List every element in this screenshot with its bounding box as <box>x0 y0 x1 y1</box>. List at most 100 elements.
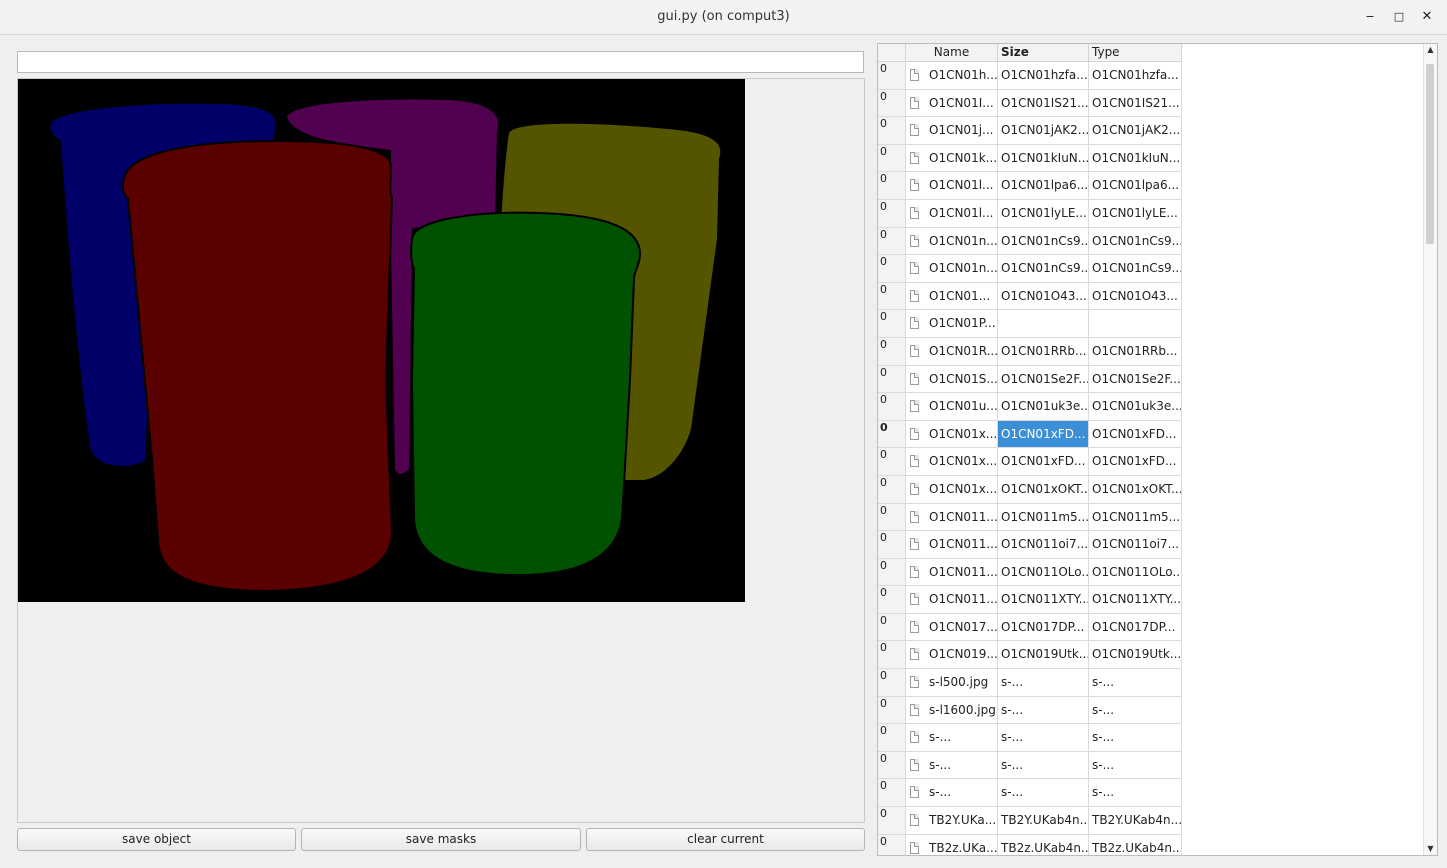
row-index[interactable]: 0 <box>878 448 906 476</box>
path-input[interactable] <box>17 51 864 73</box>
file-type-cell[interactable]: O1CN01jAK2... <box>1089 117 1182 145</box>
row-index[interactable]: 0 <box>878 255 906 283</box>
row-index[interactable]: 0 <box>878 199 906 228</box>
row-index[interactable]: 0 <box>878 393 906 421</box>
row-index[interactable]: 0 <box>878 310 906 338</box>
row-index[interactable]: 0 <box>878 779 906 808</box>
table-row[interactable]: 0 s-... s-... s-... <box>878 779 1188 808</box>
file-size-cell[interactable]: s-... <box>998 779 1089 808</box>
scroll-up-icon[interactable]: ▲ <box>1424 44 1437 56</box>
file-size-cell[interactable]: O1CN01xFD... <box>998 448 1089 476</box>
file-size-cell[interactable]: O1CN01xFD... <box>998 420 1089 449</box>
file-type-cell[interactable]: O1CN01xFD... <box>1089 448 1182 476</box>
table-row[interactable]: 0 O1CN01j... O1CN01jAK2... O1CN01jAK2... <box>878 117 1188 145</box>
table-row[interactable]: 0 O1CN01n... O1CN01nCs9... O1CN01nCs9... <box>878 227 1188 256</box>
row-index[interactable]: 0 <box>878 669 906 697</box>
file-size-cell[interactable]: O1CN01IS21... <box>998 89 1089 118</box>
table-row[interactable]: 0 O1CN01x... O1CN01xFD... O1CN01xFD... <box>878 420 1188 449</box>
file-size-cell[interactable]: O1CN01uk3e... <box>998 393 1089 421</box>
file-type-cell[interactable]: O1CN01kIuN... <box>1089 144 1182 173</box>
file-name-cell[interactable]: O1CN017... <box>906 613 998 642</box>
file-name-cell[interactable]: O1CN011... <box>906 586 998 614</box>
row-index[interactable]: 0 <box>878 365 906 394</box>
save-object-button[interactable]: save object <box>17 828 296 851</box>
row-index[interactable]: 0 <box>878 696 906 725</box>
green-object-mask[interactable] <box>410 211 642 577</box>
file-type-cell[interactable]: s-... <box>1089 724 1182 752</box>
file-size-cell[interactable]: s-... <box>998 669 1089 697</box>
table-row[interactable]: 0 O1CN01l... O1CN01lpa6... O1CN01lpa6... <box>878 172 1188 200</box>
file-name-cell[interactable]: O1CN01S... <box>906 365 998 394</box>
mask-image[interactable] <box>18 79 745 602</box>
size-column-header[interactable]: Size <box>998 44 1089 62</box>
file-type-cell[interactable]: O1CN01nCs9... <box>1089 255 1182 283</box>
row-index[interactable]: 0 <box>878 89 906 118</box>
file-size-cell[interactable] <box>998 310 1089 338</box>
file-size-cell[interactable]: O1CN011XTY... <box>998 586 1089 614</box>
file-type-cell[interactable]: O1CN01O43... <box>1089 282 1182 311</box>
table-row[interactable]: 0 O1CN017... O1CN017DP... O1CN017DP... <box>878 613 1188 642</box>
file-type-cell[interactable]: O1CN01lyLE... <box>1089 199 1182 228</box>
file-type-cell[interactable]: TB2z.UKab4n... <box>1089 834 1182 855</box>
table-row[interactable]: 0 O1CN01P... <box>878 310 1188 338</box>
table-row[interactable]: 0 O1CN01h... O1CN01hzfa... O1CN01hzfa... <box>878 62 1188 90</box>
row-index[interactable]: 0 <box>878 834 906 855</box>
table-row[interactable]: 0 O1CN01l... O1CN01lyLE... O1CN01lyLE... <box>878 199 1188 228</box>
table-row[interactable]: 0 O1CN011... O1CN011m5... O1CN011m5... <box>878 503 1188 532</box>
file-type-cell[interactable]: O1CN017DP... <box>1089 613 1182 642</box>
vertical-scrollbar[interactable]: ▲ ▼ <box>1423 44 1437 855</box>
file-size-cell[interactable]: s-... <box>998 724 1089 752</box>
row-index[interactable]: 0 <box>878 558 906 587</box>
table-row[interactable]: 0 O1CN01n... O1CN01nCs9... O1CN01nCs9... <box>878 255 1188 283</box>
file-size-cell[interactable]: O1CN01nCs9... <box>998 255 1089 283</box>
file-type-cell[interactable]: O1CN011OLo... <box>1089 558 1182 587</box>
file-name-cell[interactable]: O1CN01n... <box>906 255 998 283</box>
canvas-area[interactable] <box>17 78 865 823</box>
file-name-cell[interactable]: O1CN01k... <box>906 144 998 173</box>
file-type-cell[interactable]: O1CN01Se2F... <box>1089 365 1182 394</box>
table-row[interactable]: 0 s-l500.jpg s-... s-... <box>878 669 1188 697</box>
file-size-cell[interactable]: s-... <box>998 696 1089 725</box>
table-row[interactable]: 0 s-l1600.jpg s-... s-... <box>878 696 1188 725</box>
row-index[interactable]: 0 <box>878 172 906 200</box>
file-table[interactable]: Name Size Type 0 O1CN01h... O1CN01hzfa... O… <box>877 43 1438 856</box>
file-size-cell[interactable]: O1CN01RRb... <box>998 337 1089 366</box>
file-name-cell[interactable]: s-... <box>906 751 998 780</box>
file-name-cell[interactable]: O1CN01x... <box>906 448 998 476</box>
table-row[interactable]: 0 O1CN011... O1CN011XTY... O1CN011XTY... <box>878 586 1188 614</box>
row-index[interactable]: 0 <box>878 724 906 752</box>
file-name-cell[interactable]: O1CN01I... <box>906 89 998 118</box>
table-row[interactable]: 0 O1CN019... O1CN019Utk... O1CN019Utk... <box>878 641 1188 670</box>
file-type-cell[interactable]: O1CN01xOKT... <box>1089 475 1182 504</box>
table-row[interactable]: 0 O1CN01x... O1CN01xFD... O1CN01xFD... <box>878 448 1188 476</box>
file-name-cell[interactable]: O1CN01l... <box>906 172 998 200</box>
clear-current-button[interactable]: clear current <box>586 828 865 851</box>
table-row[interactable]: 0 s-... s-... s-... <box>878 751 1188 780</box>
file-size-cell[interactable]: O1CN01Se2F... <box>998 365 1089 394</box>
file-size-cell[interactable]: O1CN017DP... <box>998 613 1089 642</box>
table-row[interactable]: 0 O1CN011... O1CN011OLo... O1CN011OLo... <box>878 558 1188 587</box>
close-icon[interactable]: ✕ <box>1418 8 1436 26</box>
file-name-cell[interactable]: O1CN011... <box>906 503 998 532</box>
table-row[interactable]: 0 O1CN01u... O1CN01uk3e... O1CN01uk3e... <box>878 393 1188 421</box>
file-type-cell[interactable]: O1CN011m5... <box>1089 503 1182 532</box>
file-size-cell[interactable]: O1CN011oi7... <box>998 531 1089 559</box>
row-index[interactable]: 0 <box>878 586 906 614</box>
file-size-cell[interactable]: TB2z.UKab4n... <box>998 834 1089 855</box>
file-type-cell[interactable]: O1CN019Utk... <box>1089 641 1182 670</box>
row-index[interactable]: 0 <box>878 227 906 256</box>
file-name-cell[interactable]: O1CN01n... <box>906 227 998 256</box>
file-name-cell[interactable]: O1CN01x... <box>906 475 998 504</box>
file-name-cell[interactable]: O1CN011... <box>906 531 998 559</box>
row-index[interactable]: 0 <box>878 62 906 90</box>
name-column-header[interactable]: Name <box>906 44 998 62</box>
file-type-cell[interactable]: s-... <box>1089 669 1182 697</box>
row-index[interactable]: 0 <box>878 531 906 559</box>
file-name-cell[interactable]: s-l500.jpg <box>906 669 998 697</box>
red-object-mask[interactable] <box>121 139 394 593</box>
maximize-icon[interactable]: □ <box>1390 8 1408 26</box>
file-name-cell[interactable]: O1CN01... <box>906 282 998 311</box>
file-name-cell[interactable]: TB2Y.UKa... <box>906 807 998 835</box>
table-row[interactable]: 0 O1CN01x... O1CN01xOKT... O1CN01xOKT... <box>878 475 1188 504</box>
file-size-cell[interactable]: O1CN01hzfa... <box>998 62 1089 90</box>
